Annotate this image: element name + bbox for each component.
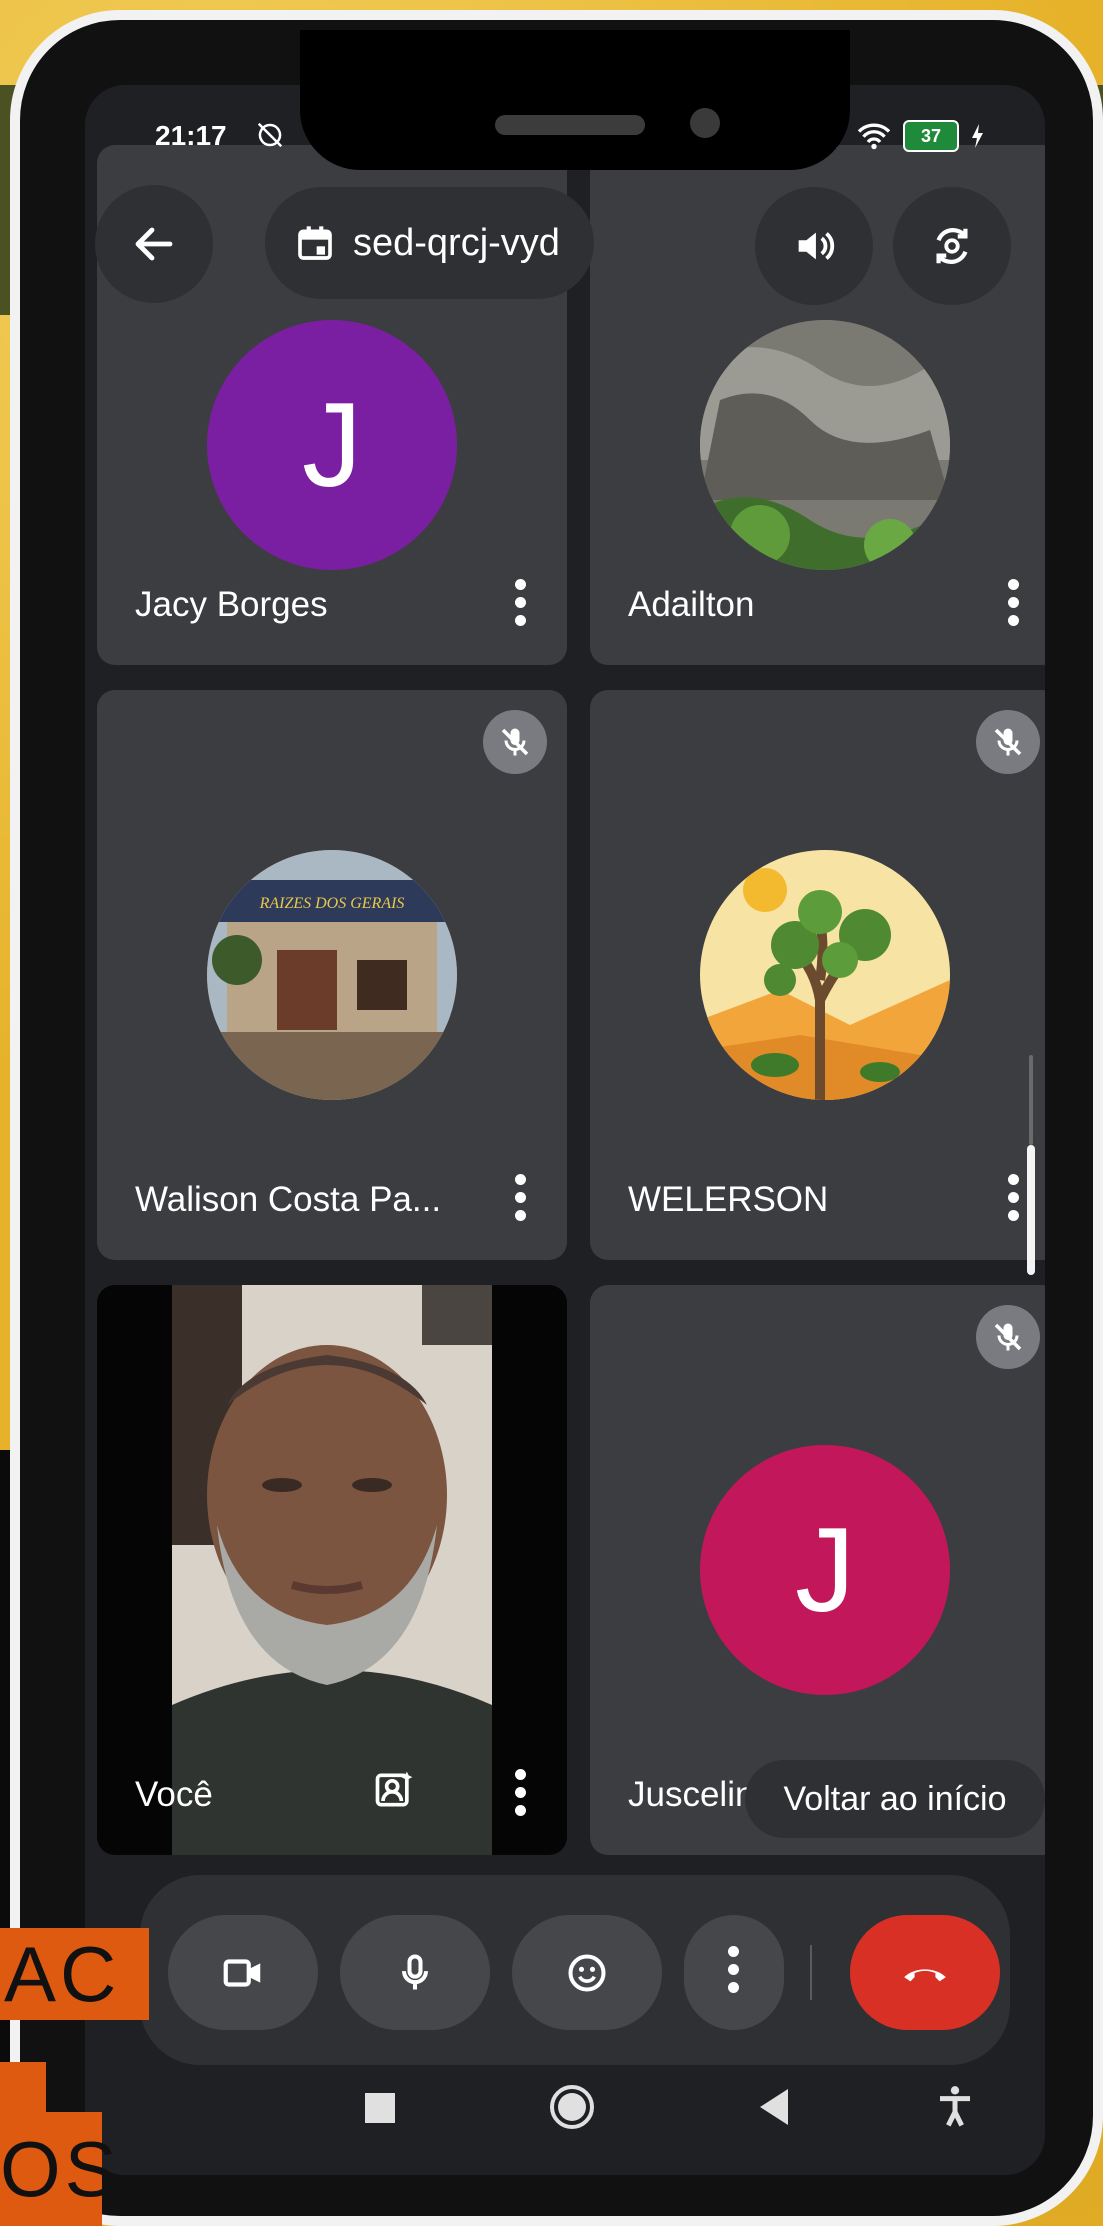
background-effects-button[interactable] (372, 1768, 416, 1817)
alarm-off-icon (255, 120, 285, 157)
meeting-info-chip[interactable]: sed-qrcj-vyd (265, 187, 594, 299)
recents-button[interactable] (365, 2093, 395, 2123)
emoji-icon (568, 1953, 606, 1992)
avatar (700, 320, 950, 570)
more-options-button[interactable] (515, 579, 527, 627)
end-call-button[interactable] (850, 1915, 1000, 2030)
battery-indicator: 37 (903, 120, 959, 152)
more-options-button[interactable] (515, 1174, 527, 1222)
overlay-text-block (0, 2062, 46, 2112)
participant-tile-self[interactable]: Você (97, 1285, 567, 1855)
storefront-sign: RAIZES DOS GERAIS (259, 895, 405, 912)
more-options-button[interactable] (1008, 1174, 1020, 1222)
more-options-button[interactable] (1008, 579, 1020, 627)
camera-notch (300, 30, 850, 170)
home-icon (558, 2093, 586, 2121)
participant-name: Adailton (628, 585, 755, 624)
wifi-icon (857, 123, 891, 150)
participant-tile[interactable]: WELERSON (590, 690, 1045, 1260)
participant-name: Jacy Borges (135, 585, 328, 624)
speaker-icon (798, 232, 835, 260)
front-camera (690, 108, 720, 138)
status-time: 21:17 (155, 120, 227, 151)
back-to-start-button[interactable]: Voltar ao início (745, 1760, 1045, 1838)
system-nav-bar (85, 2045, 1045, 2175)
back-button[interactable] (95, 185, 213, 303)
camera-toggle-button[interactable] (168, 1915, 318, 2030)
back-nav-button[interactable] (760, 2089, 788, 2125)
participant-name: Você (135, 1775, 213, 1814)
mic-icon (401, 1953, 429, 1989)
controls-divider (810, 1945, 812, 2000)
scrollbar-track (1029, 1055, 1033, 1145)
mic-off-icon (994, 728, 1022, 756)
more-vert-icon (728, 1945, 740, 2000)
avatar: J (207, 320, 457, 570)
participant-tile[interactable]: RAIZES DOS GERAIS Walison Costa Pa... (97, 690, 567, 1260)
participant-name: WELERSON (628, 1180, 829, 1219)
meet-screen: 21:17 37 sed-qrcj-vyd J Jacy Borges Adai… (85, 85, 1045, 2175)
overlay-text-line1: AC (0, 1928, 149, 2020)
call-controls-bar (140, 1875, 1010, 2065)
mic-off-badge (976, 1305, 1040, 1369)
scrollbar-thumb[interactable] (1027, 1145, 1035, 1275)
arrow-back-icon (135, 227, 173, 261)
meet-top-bar: sed-qrcj-vyd (85, 165, 1045, 305)
avatar (700, 850, 950, 1100)
self-video (172, 1285, 492, 1855)
participant-name: Walison Costa Pa... (135, 1180, 442, 1219)
phone-frame: 21:17 37 sed-qrcj-vyd J Jacy Borges Adai… (10, 10, 1103, 2226)
joshua-tree-illustration (700, 850, 950, 1100)
home-button[interactable] (550, 2085, 594, 2129)
end-call-icon (904, 1968, 946, 1981)
mic-toggle-button[interactable] (340, 1915, 490, 2030)
camera-icon (223, 1958, 261, 1987)
audio-output-button[interactable] (755, 187, 873, 305)
reactions-button[interactable] (512, 1915, 662, 2030)
more-options-button[interactable] (684, 1915, 784, 2030)
more-options-button[interactable] (515, 1769, 527, 1817)
switch-camera-icon (936, 228, 968, 264)
mic-off-icon (994, 1323, 1022, 1351)
switch-camera-button[interactable] (893, 187, 1011, 305)
visual-effects-icon (375, 1771, 413, 1807)
mic-off-badge (976, 710, 1040, 774)
avatar: J (700, 1445, 950, 1695)
overlay-text-line2: OS (0, 2112, 117, 2226)
charging-icon (972, 124, 983, 148)
meeting-code: sed-qrcj-vyd (353, 221, 560, 264)
accessibility-icon (940, 2086, 970, 2127)
calendar-icon (298, 226, 332, 260)
mic-off-icon (501, 728, 529, 756)
mic-off-badge (483, 710, 547, 774)
speaker-grille (495, 115, 645, 135)
accessibility-button[interactable] (935, 2085, 975, 2134)
avatar: RAIZES DOS GERAIS (207, 850, 457, 1100)
